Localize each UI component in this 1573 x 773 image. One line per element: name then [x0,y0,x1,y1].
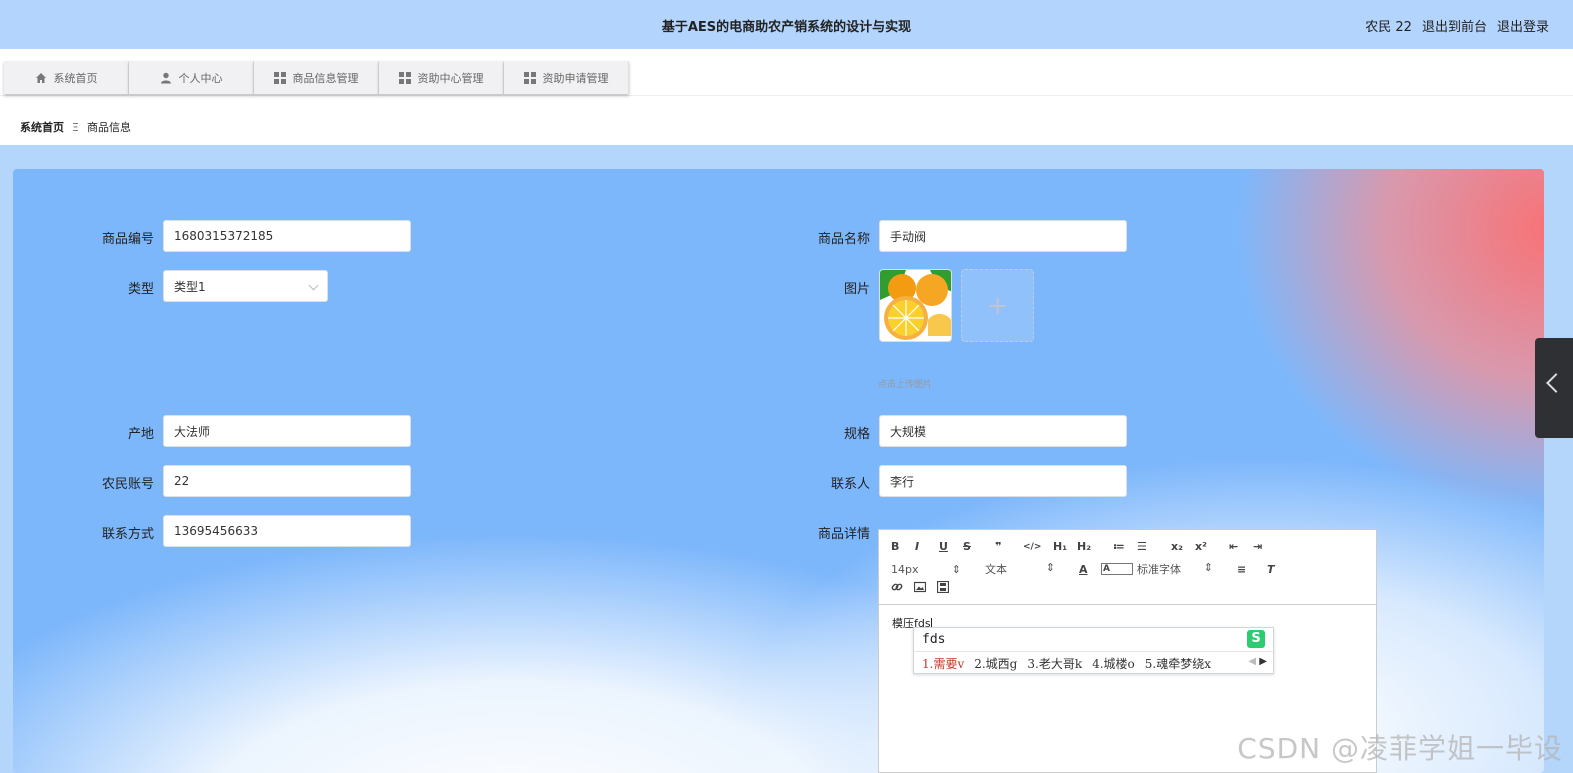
indent-button[interactable]: ⇥ [1253,540,1277,553]
code-block-button[interactable]: </> [1023,542,1053,552]
origin-label: 产地 [127,427,154,442]
bold-button[interactable]: B [891,540,915,553]
app-title: 基于AES的电商助农产销系统的设计与实现 [661,20,912,35]
text-style-select[interactable]: 文本 ⇕ [985,561,1055,577]
upload-hint: 点击上传图片 [878,380,933,390]
background-color-icon[interactable]: A [1101,563,1133,575]
tab-profile[interactable]: 个人中心 [129,61,254,94]
select-arrows-icon: ⇕ [1203,561,1213,574]
ime-candidate-window: fds S 1.需要v 2.城西g 3.老大哥k 4.城楼o 5.魂牵梦绕x ◀… [913,627,1274,674]
spec-label: 规格 [843,427,870,442]
user-label: 农民 22 [1365,20,1412,35]
font-size-select[interactable]: 14px ⇕ [891,563,961,576]
breadcrumb-separator: Ξ [72,120,79,134]
chevron-down-icon [308,280,319,291]
font-family-value: 标准字体 [1137,563,1181,576]
video-icon[interactable] [936,580,960,596]
logout-link[interactable]: 退出登录 [1497,16,1549,35]
superscript-button[interactable]: x² [1195,540,1229,553]
underline-button[interactable]: U [939,540,963,553]
product-name-input[interactable]: 手动阀 [879,220,1127,252]
blockquote-button[interactable]: ❞ [995,540,1023,553]
link-icon[interactable] [891,581,914,596]
image-icon[interactable] [913,581,937,596]
outdent-button[interactable]: ⇤ [1229,540,1253,553]
ime-candidate[interactable]: 5.魂牵梦绕x [1145,655,1211,672]
side-drawer-handle[interactable] [1535,338,1573,438]
ime-candidate[interactable]: 4.城楼o [1092,655,1135,672]
tab-home[interactable]: 系统首页 [4,61,129,94]
clear-format-icon[interactable]: T [1267,563,1287,576]
ime-composition: fds [922,632,946,647]
tab-product-management[interactable]: 商品信息管理 [254,61,379,94]
contact-person-input[interactable]: 李行 [879,465,1127,497]
strike-button[interactable]: S [963,540,995,553]
type-select[interactable]: 类型1 [163,270,328,302]
grid-icon [523,71,536,84]
breadcrumb-home[interactable]: 系统首页 [20,119,64,135]
tab-aid-center-management[interactable]: 资助中心管理 [379,61,504,94]
image-label: 图片 [843,282,870,297]
product-image-thumbnail[interactable] [879,269,952,342]
toolbar-row-2: 14px ⇕ 文本 ⇕ A A 标准字体 ⇕ ≡ T [891,561,1287,577]
orange-image [880,270,951,341]
type-label: 类型 [127,282,154,297]
nav-bar: 系统首页 个人中心 商品信息管理 资助中心管理 资助申请管理 [0,49,1573,96]
select-arrows-icon: ⇕ [951,562,961,576]
detail-label: 商品详情 [817,527,870,542]
toolbar-row-1: B I U S ❞ </> H₁ H₂ ≔ ☰ x₂ x² ⇤ ⇥ [891,540,1277,553]
text-style-value: 文本 [985,563,1007,576]
ime-candidate[interactable]: 2.城西g [974,655,1017,672]
top-header: 基于AES的电商助农产销系统的设计与实现 农民 22 退出到前台 退出登录 [0,0,1573,49]
font-color-icon[interactable]: A [1079,563,1101,576]
ime-logo-icon: S [1247,630,1265,648]
align-icon[interactable]: ≡ [1237,563,1267,576]
ordered-list-button[interactable]: ≔ [1113,540,1137,553]
contact-phone-input[interactable]: 13695456633 [163,515,411,547]
spec-input[interactable]: 大规模 [879,415,1127,447]
font-family-select[interactable]: 标准字体 ⇕ [1137,561,1213,577]
contact-phone-label: 联系方式 [101,527,154,542]
tab-aid-application-management[interactable]: 资助申请管理 [504,61,629,94]
bullet-list-button[interactable]: ☰ [1137,540,1171,553]
home-icon [35,72,46,83]
tab-label: 资助申请管理 [542,71,609,85]
tab-label: 商品信息管理 [292,71,359,85]
tab-label: 资助中心管理 [417,71,484,85]
tab-label: 系统首页 [53,71,98,85]
watermark: CSDN @凌菲学姐一毕设 [1237,732,1563,765]
heading1-button[interactable]: H₁ [1053,540,1077,553]
breadcrumb: 系统首页 Ξ 商品信息 [20,119,131,135]
italic-button[interactable]: I [915,540,939,553]
grid-icon [273,71,286,84]
product-no-input[interactable]: 1680315372185 [163,220,411,252]
type-select-value: 类型1 [174,279,206,294]
breadcrumb-current: 商品信息 [86,121,131,134]
font-size-value: 14px [891,562,919,576]
toolbar-row-3 [891,580,960,596]
ime-divider [914,651,1273,652]
select-arrows-icon: ⇕ [1045,561,1055,574]
plus-icon: + [986,291,1009,321]
heading2-button[interactable]: H₂ [1077,540,1113,553]
ime-candidates: 1.需要v 2.城西g 3.老大哥k 4.城楼o 5.魂牵梦绕x [922,655,1211,672]
contact-person-label: 联系人 [830,477,870,492]
user-icon [160,72,171,83]
chevron-left-icon [1546,373,1566,393]
front-link[interactable]: 退出到前台 [1422,16,1487,35]
editor-toolbar: B I U S ❞ </> H₁ H₂ ≔ ☰ x₂ x² ⇤ ⇥ 14px ⇕ … [879,530,1376,605]
image-upload-button[interactable]: + [961,269,1034,342]
ime-candidate[interactable]: 1.需要v [922,655,964,672]
farmer-account-label: 农民账号 [101,477,154,492]
tab-label: 个人中心 [178,71,223,85]
product-name-label: 商品名称 [817,232,870,247]
origin-input[interactable]: 大法师 [163,415,411,447]
ime-candidate[interactable]: 3.老大哥k [1027,655,1082,672]
product-no-label: 商品编号 [101,232,154,247]
subscript-button[interactable]: x₂ [1171,540,1195,553]
user-area: 农民 22 退出到前台 退出登录 [1365,16,1549,35]
ime-page-arrows[interactable]: ◀ ▶ [1248,656,1267,667]
grid-icon [398,71,411,84]
farmer-account-input[interactable]: 22 [163,465,411,497]
